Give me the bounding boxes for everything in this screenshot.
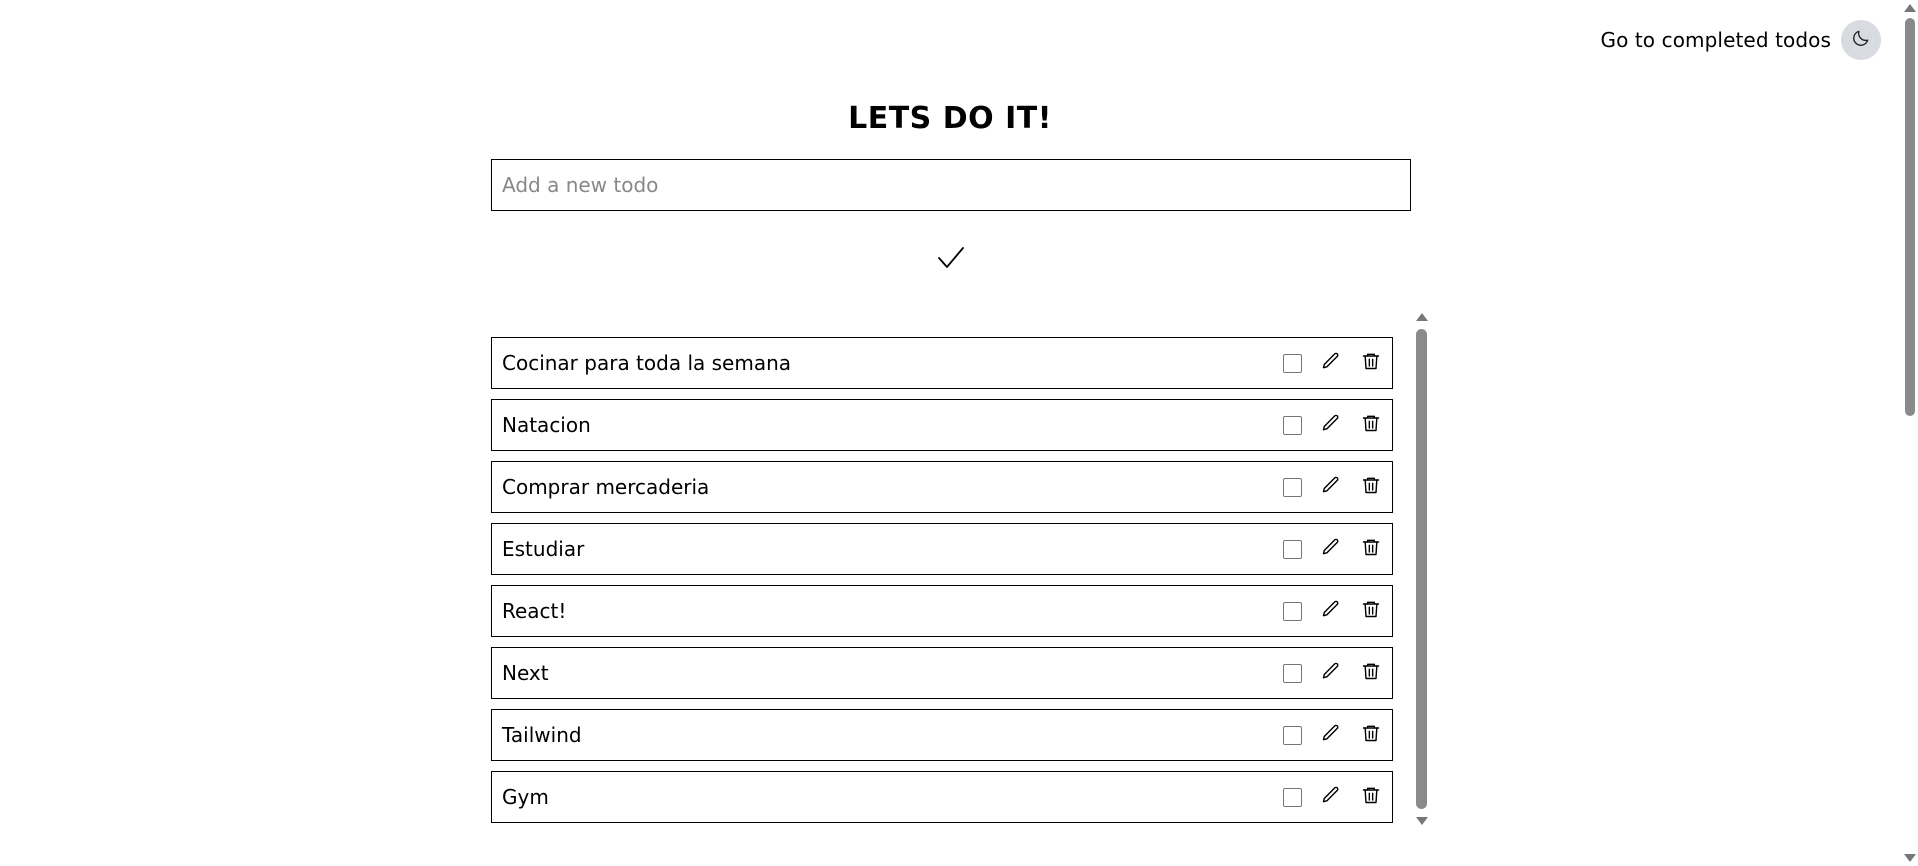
todo-text: Tailwind (502, 723, 582, 747)
moon-icon (1851, 28, 1871, 52)
todo-actions (1283, 476, 1382, 498)
edit-button[interactable] (1320, 786, 1342, 808)
delete-button[interactable] (1360, 786, 1382, 808)
trash-icon (1361, 661, 1381, 685)
add-todo-button[interactable] (934, 242, 968, 276)
todo-item: Natacion (491, 399, 1393, 451)
todo-actions (1283, 600, 1382, 622)
edit-button[interactable] (1320, 662, 1342, 684)
delete-button[interactable] (1360, 600, 1382, 622)
complete-checkbox[interactable] (1283, 415, 1302, 435)
page-scrollbar[interactable] (1902, 0, 1918, 866)
scroll-down-arrow[interactable] (1416, 817, 1428, 825)
trash-icon (1361, 599, 1381, 623)
todo-item: Comprar mercaderia (491, 461, 1393, 513)
pencil-icon (1321, 351, 1341, 375)
todo-text: Cocinar para toda la semana (502, 351, 792, 375)
edit-button[interactable] (1320, 352, 1342, 374)
scroll-thumb[interactable] (1416, 329, 1427, 809)
todo-actions (1283, 786, 1382, 808)
todo-item: Gym (491, 771, 1393, 823)
todo-text: Natacion (502, 413, 591, 437)
todo-actions (1283, 724, 1382, 746)
trash-icon (1361, 475, 1381, 499)
complete-checkbox[interactable] (1283, 477, 1302, 497)
theme-toggle-button[interactable] (1841, 20, 1881, 60)
todo-text: Estudiar (502, 537, 585, 561)
delete-button[interactable] (1360, 414, 1382, 436)
pencil-icon (1321, 785, 1341, 809)
delete-button[interactable] (1360, 476, 1382, 498)
trash-icon (1361, 785, 1381, 809)
todo-text: Comprar mercaderia (502, 475, 710, 499)
todo-actions (1283, 662, 1382, 684)
pencil-icon (1321, 475, 1341, 499)
new-todo-input[interactable] (491, 159, 1411, 211)
edit-button[interactable] (1320, 538, 1342, 560)
delete-button[interactable] (1360, 538, 1382, 560)
todo-item: Tailwind (491, 709, 1393, 761)
edit-button[interactable] (1320, 600, 1342, 622)
pencil-icon (1321, 599, 1341, 623)
checkmark-icon (936, 243, 966, 276)
todo-text: React! (502, 599, 567, 623)
trash-icon (1361, 413, 1381, 437)
pencil-icon (1321, 413, 1341, 437)
todo-item: Estudiar (491, 523, 1393, 575)
page-scroll-down-arrow[interactable] (1904, 854, 1916, 862)
top-bar: Go to completed todos (1600, 20, 1881, 60)
todo-actions (1283, 352, 1382, 374)
complete-checkbox[interactable] (1283, 787, 1302, 807)
complete-checkbox[interactable] (1283, 539, 1302, 559)
page-title: LETS DO IT! (848, 101, 1052, 136)
todo-text: Gym (502, 785, 549, 809)
trash-icon (1361, 351, 1381, 375)
trash-icon (1361, 537, 1381, 561)
pencil-icon (1321, 661, 1341, 685)
edit-button[interactable] (1320, 414, 1342, 436)
complete-checkbox[interactable] (1283, 725, 1302, 745)
pencil-icon (1321, 723, 1341, 747)
complete-checkbox[interactable] (1283, 353, 1302, 373)
completed-todos-link[interactable]: Go to completed todos (1600, 28, 1831, 52)
todo-list-scrollbar[interactable] (1415, 313, 1429, 825)
todo-list-container[interactable]: Cocinar para toda la semana Natacion Com… (491, 313, 1421, 825)
edit-button[interactable] (1320, 724, 1342, 746)
todo-text: Next (502, 661, 549, 685)
todo-actions (1283, 538, 1382, 560)
pencil-icon (1321, 537, 1341, 561)
delete-button[interactable] (1360, 662, 1382, 684)
page-scroll-up-arrow[interactable] (1904, 4, 1916, 12)
scroll-up-arrow[interactable] (1416, 313, 1428, 321)
todo-item: Next (491, 647, 1393, 699)
page-scroll-thumb[interactable] (1905, 18, 1915, 416)
complete-checkbox[interactable] (1283, 663, 1302, 683)
edit-button[interactable] (1320, 476, 1342, 498)
delete-button[interactable] (1360, 352, 1382, 374)
trash-icon (1361, 723, 1381, 747)
todo-list: Cocinar para toda la semana Natacion Com… (491, 313, 1421, 823)
todo-item: Cocinar para toda la semana (491, 337, 1393, 389)
delete-button[interactable] (1360, 724, 1382, 746)
todo-actions (1283, 414, 1382, 436)
todo-item: React! (491, 585, 1393, 637)
complete-checkbox[interactable] (1283, 601, 1302, 621)
